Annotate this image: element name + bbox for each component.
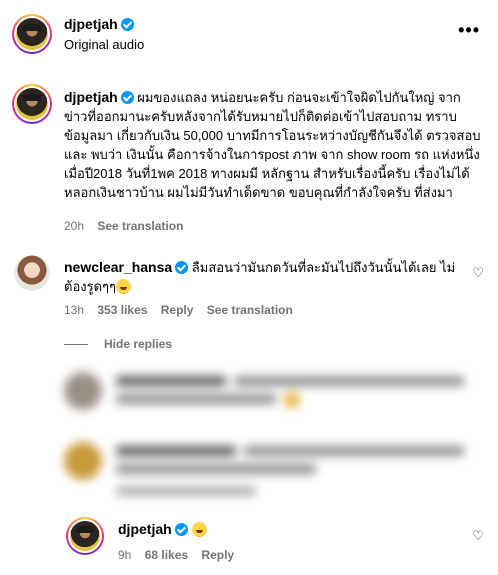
comment-avatar[interactable] bbox=[14, 255, 50, 291]
caption-body: djpetjah ผมของแถลง หน่อยนะครับ ก่อนจะเข้… bbox=[64, 88, 484, 202]
hide-replies-label[interactable]: Hide replies bbox=[104, 337, 172, 351]
more-options-icon[interactable]: ••• bbox=[458, 21, 480, 39]
divider-line bbox=[64, 343, 88, 345]
like-heart-icon[interactable]: ♡ bbox=[472, 528, 484, 544]
blurred-reply bbox=[64, 438, 498, 508]
comment-time: 13h bbox=[64, 303, 85, 317]
header-avatar[interactable] bbox=[12, 14, 52, 54]
verified-icon bbox=[120, 91, 134, 104]
comment-reply-button[interactable]: Reply bbox=[161, 303, 194, 317]
caption-see-translation[interactable]: See translation bbox=[97, 219, 183, 233]
verified-icon bbox=[120, 18, 134, 31]
header-username[interactable]: djpetjah bbox=[64, 16, 134, 34]
grinning-emoji-icon bbox=[192, 522, 208, 537]
like-heart-icon[interactable]: ♡ bbox=[472, 265, 484, 281]
caption-time: 20h bbox=[64, 219, 85, 233]
comment-body: newclear_hansa ลืมสอนว่ามันกดวันที่ละมัน… bbox=[64, 258, 459, 296]
hide-replies-button[interactable]: Hide replies bbox=[64, 337, 172, 351]
comment-meta: 13h 353 likes Reply See translation bbox=[64, 303, 293, 317]
reply-avatar[interactable] bbox=[66, 517, 104, 555]
grinning-emoji-icon bbox=[116, 279, 131, 294]
reply-reply-button[interactable]: Reply bbox=[201, 548, 234, 562]
reply-username[interactable]: djpetjah bbox=[118, 521, 172, 537]
reply-meta: 9h 68 likes Reply bbox=[118, 548, 234, 562]
blurred-reply bbox=[64, 368, 498, 424]
comment-see-translation[interactable]: See translation bbox=[207, 303, 293, 317]
caption-avatar[interactable] bbox=[12, 84, 52, 124]
header-username-text[interactable]: djpetjah bbox=[64, 16, 118, 32]
reply-likes[interactable]: 68 likes bbox=[145, 548, 188, 562]
comment-username[interactable]: newclear_hansa bbox=[64, 259, 172, 275]
original-audio-label[interactable]: Original audio bbox=[64, 37, 144, 52]
reply-body: djpetjah bbox=[118, 521, 208, 539]
verified-icon bbox=[174, 523, 188, 536]
verified-icon bbox=[175, 261, 189, 274]
caption-text: ผมของแถลง หน่อยนะครับ ก่อนจะเข้าใจผิดไปก… bbox=[64, 90, 481, 200]
caption-meta: 20h See translation bbox=[64, 219, 183, 233]
comment-likes[interactable]: 353 likes bbox=[97, 303, 147, 317]
caption-username[interactable]: djpetjah bbox=[64, 89, 118, 105]
reply-time: 9h bbox=[118, 548, 132, 562]
